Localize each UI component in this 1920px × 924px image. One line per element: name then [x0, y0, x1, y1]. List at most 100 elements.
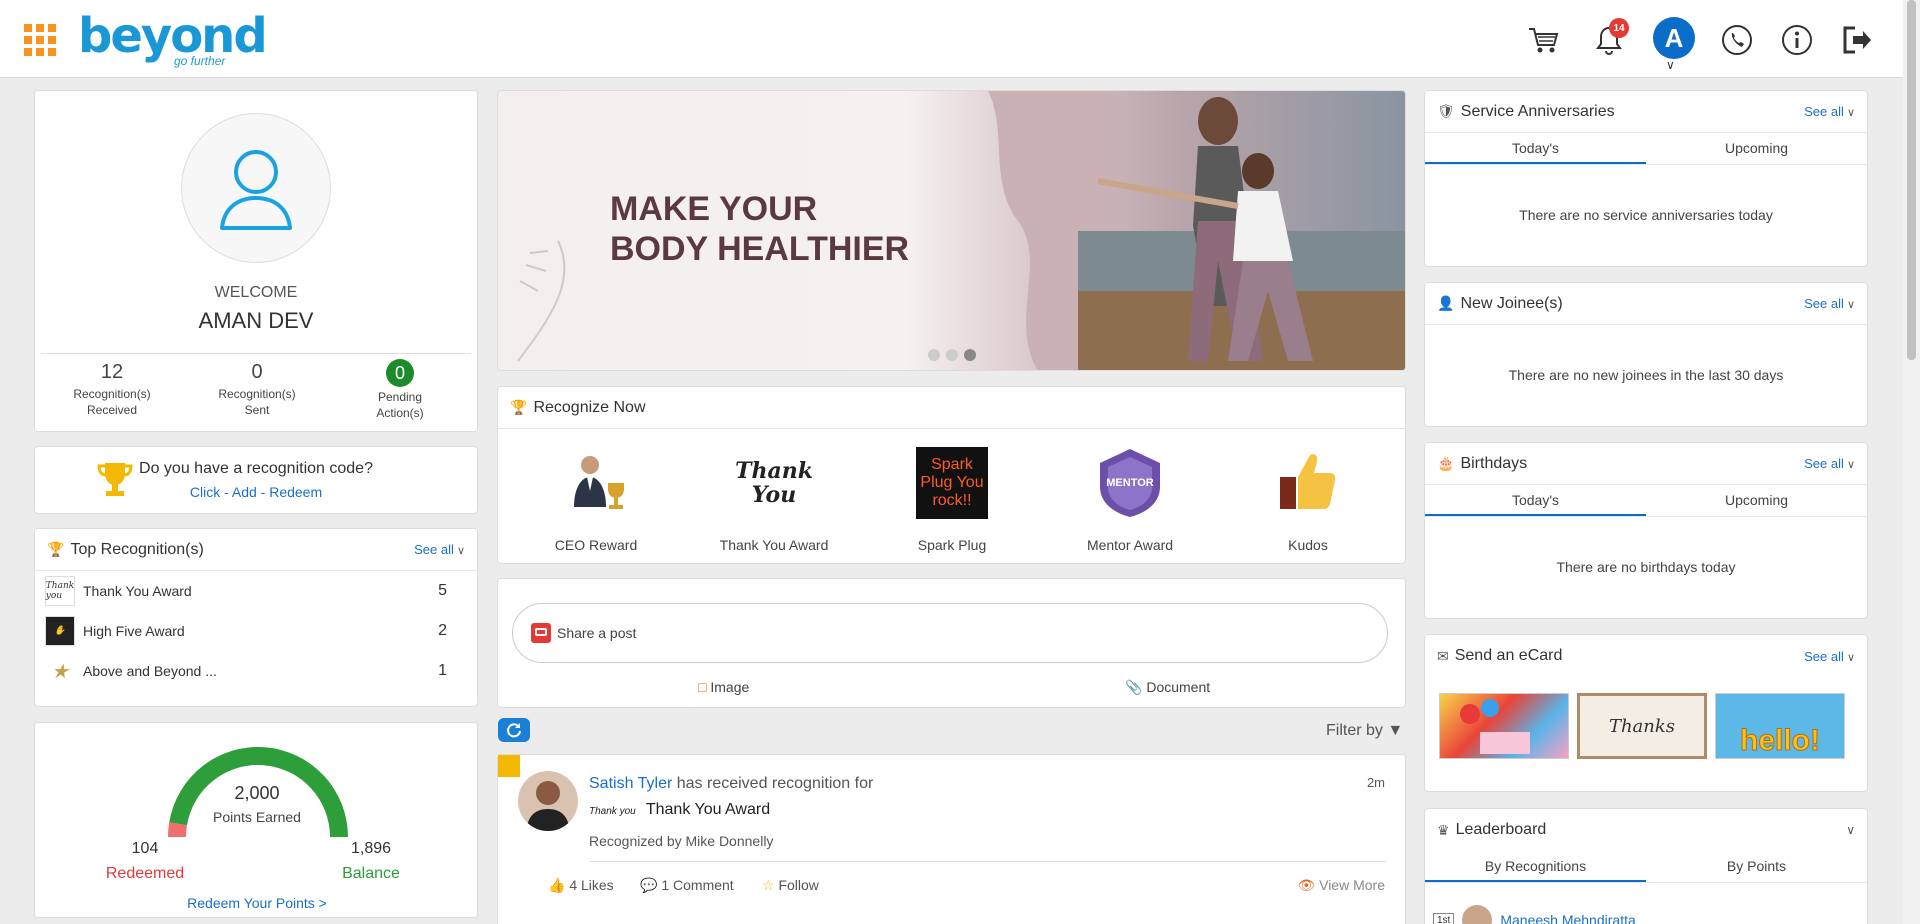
award-label: Thank You Award: [719, 537, 829, 553]
banner-line-1: MAKE YOUR: [610, 190, 818, 228]
stat-value: 0: [251, 361, 263, 383]
trophy-icon: [498, 755, 520, 777]
award-ceo-reward[interactable]: CEO Reward: [516, 447, 676, 553]
list-item[interactable]: Thank you Thank You Award 5: [35, 571, 477, 611]
top-recognitions-title: Top Recognition(s): [70, 540, 204, 558]
view-more-button[interactable]: 👁 View More: [1297, 877, 1385, 894]
carousel-dot-active[interactable]: [964, 349, 976, 361]
poster-avatar[interactable]: [518, 771, 578, 831]
anniversary-tabs: Today's Upcoming: [1425, 133, 1867, 165]
stat-sent[interactable]: 0 Recognition(s) Sent: [202, 361, 312, 418]
shield-icon: 🛡: [1437, 103, 1455, 119]
leaderboard-tabs: By Recognitions By Points: [1425, 851, 1867, 883]
likes-button[interactable]: 👍 4 Likes: [548, 877, 614, 894]
document-option[interactable]: 📎 Document: [1125, 679, 1210, 696]
tab-upcoming[interactable]: Upcoming: [1646, 133, 1867, 164]
trophy-icon: 🏆: [47, 541, 65, 557]
redeem-points-link[interactable]: Redeem Your Points >: [35, 895, 479, 911]
feed-post-card: Satish Tyler has received recognition fo…: [497, 754, 1406, 924]
ecard-birthday[interactable]: [1439, 693, 1569, 759]
birthdays-header: 🎂 Birthdays See all: [1425, 443, 1867, 485]
birthdays-title: Birthdays: [1460, 454, 1528, 472]
see-all-link[interactable]: See all: [414, 542, 465, 557]
add-user-icon: 👤: [1437, 295, 1455, 311]
award-mentor[interactable]: MENTOR Mentor Award: [1050, 447, 1210, 553]
banner-line-2: BODY HEALTHIER: [610, 230, 910, 268]
award-thank-you[interactable]: Thank You Thank You Award: [694, 447, 854, 553]
see-all-link[interactable]: See all: [1804, 104, 1855, 119]
tab-upcoming[interactable]: Upcoming: [1646, 485, 1867, 516]
page-scrollbar[interactable]: [1903, 0, 1920, 924]
crown-icon: ♛: [1437, 821, 1450, 838]
leaderboard-header: ♛ Leaderboard ∨: [1425, 809, 1867, 851]
user-avatar[interactable]: A: [1653, 17, 1695, 59]
recognize-now-card: 🏆 Recognize Now CEO Reward Thank You Tha…: [497, 386, 1406, 564]
award-kudos[interactable]: Kudos: [1228, 447, 1388, 553]
promo-banner[interactable]: MAKE YOUR BODY HEALTHIER: [497, 90, 1406, 371]
share-post-input[interactable]: Share a post: [512, 603, 1388, 663]
see-all-link[interactable]: See all: [1804, 649, 1855, 664]
logo-tagline: go further: [174, 54, 226, 68]
image-option[interactable]: □ Image: [698, 679, 749, 695]
stat-received[interactable]: 12 Recognition(s) Received: [57, 361, 167, 418]
service-anniversaries-header: 🛡 Service Anniversaries See all: [1425, 91, 1867, 133]
logout-icon[interactable]: [1839, 22, 1875, 58]
thank-you-award-icon: Thank You: [735, 458, 813, 508]
envelope-icon: ✉: [1437, 647, 1449, 664]
birthday-tabs: Today's Upcoming: [1425, 485, 1867, 517]
award-label: Mentor Award: [1086, 537, 1174, 553]
award-spark-plug[interactable]: Spark Plug You rock!! Spark Plug: [872, 447, 1032, 553]
chat-icon: [531, 623, 551, 643]
award-name: Thank You Award: [83, 583, 192, 599]
carousel-dots: [928, 349, 976, 361]
profile-avatar[interactable]: [181, 113, 331, 263]
comment-button[interactable]: 💬 1 Comment: [640, 877, 734, 894]
post-award-name: Thank You Award: [645, 801, 771, 818]
ecard-title: Send an eCard: [1454, 647, 1563, 664]
follow-button[interactable]: ☆ Follow: [762, 877, 819, 894]
chevron-down-icon[interactable]: ∨: [1846, 823, 1855, 837]
thank-you-award-thumb: Thank you: [45, 576, 75, 606]
tab-by-points[interactable]: By Points: [1646, 851, 1867, 882]
leaderboard-row[interactable]: 1st Maneesh Mehndiratta: [1433, 905, 1636, 924]
filter-button[interactable]: Filter by ▼: [1326, 722, 1403, 740]
ecard-hello[interactable]: hello!: [1715, 693, 1845, 759]
top-navbar: beyond go further 14 A ∨: [0, 0, 1903, 78]
list-item[interactable]: ★ Above and Beyond ... 1: [35, 651, 477, 691]
info-icon[interactable]: [1779, 22, 1815, 58]
recognition-code-card: Do you have a recognition code? Click - …: [34, 446, 478, 514]
cart-icon[interactable]: [1525, 22, 1561, 58]
logo[interactable]: beyond go further: [78, 10, 268, 70]
redeemed-label: Redeemed: [105, 865, 185, 882]
list-item[interactable]: ✋ High Five Award 2: [35, 611, 477, 651]
tab-todays[interactable]: Today's: [1425, 133, 1646, 164]
stat-label: Recognition(s): [73, 387, 151, 401]
see-all-link[interactable]: See all: [1804, 456, 1855, 471]
award-count: 1: [438, 662, 447, 679]
stat-label: Recognition(s): [218, 387, 296, 401]
apps-grid-icon[interactable]: [24, 24, 56, 56]
stat-pending[interactable]: 0 Pending Action(s): [345, 359, 455, 421]
bell-icon[interactable]: 14: [1591, 18, 1629, 58]
ecard-thanks[interactable]: Thanks: [1577, 693, 1707, 759]
refresh-button[interactable]: [498, 718, 530, 742]
image-label: Image: [710, 679, 750, 695]
chevron-down-icon[interactable]: ∨: [1666, 58, 1675, 72]
stat-label: Action(s): [376, 406, 424, 420]
new-joinees-header: 👤 New Joinee(s) See all: [1425, 283, 1867, 325]
recognize-now-title: Recognize Now: [533, 398, 646, 416]
pending-count-badge: 0: [386, 359, 414, 387]
thank-you-award-thumb: Thank you: [589, 806, 636, 817]
phone-icon[interactable]: [1719, 22, 1755, 58]
recognize-now-header: 🏆 Recognize Now: [498, 387, 1405, 429]
carousel-dot[interactable]: [928, 349, 940, 361]
poster-name-link[interactable]: Satish Tyler: [589, 775, 672, 792]
stat-value: 12: [100, 361, 124, 383]
leader-name[interactable]: Maneesh Mehndiratta: [1500, 912, 1635, 924]
tab-by-recognitions[interactable]: By Recognitions: [1425, 851, 1646, 882]
tab-todays[interactable]: Today's: [1425, 485, 1646, 516]
points-earned-label: Points Earned: [213, 809, 301, 825]
see-all-link[interactable]: See all: [1804, 296, 1855, 311]
spark-plug-award-icon: Spark Plug You rock!!: [916, 447, 988, 519]
carousel-dot[interactable]: [946, 349, 958, 361]
